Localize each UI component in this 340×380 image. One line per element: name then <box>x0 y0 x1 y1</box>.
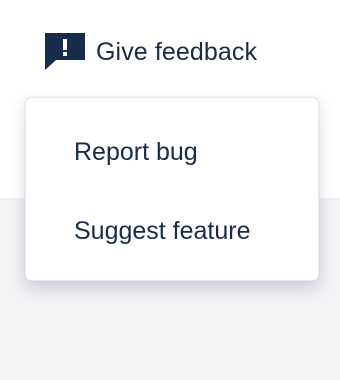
menu-item-suggest-feature[interactable]: Suggest feature <box>26 205 318 257</box>
feedback-bubble-icon <box>45 33 85 70</box>
feedback-dropdown-menu: Report bug Suggest feature <box>25 97 319 281</box>
menu-item-report-bug[interactable]: Report bug <box>26 126 318 178</box>
give-feedback-label: Give feedback <box>96 37 258 66</box>
give-feedback-button[interactable]: Give feedback <box>44 32 257 72</box>
